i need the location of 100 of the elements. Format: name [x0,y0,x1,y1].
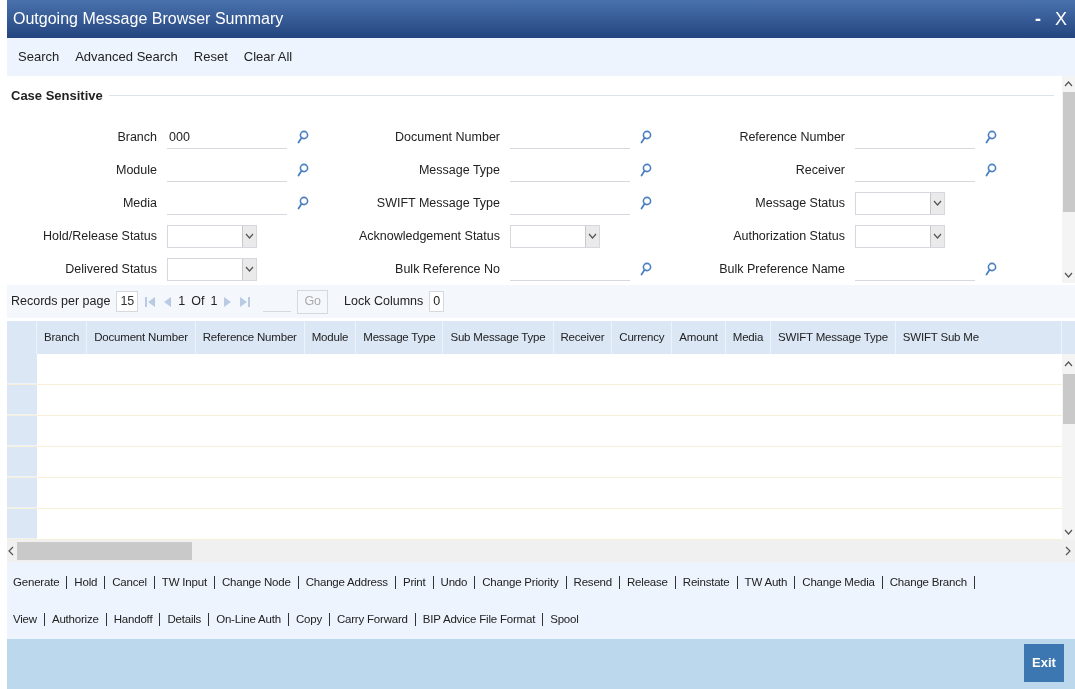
action-link[interactable]: Copy [295,611,322,629]
action-link[interactable]: Change Media [802,574,875,592]
action-link[interactable]: Resend [573,574,612,592]
field-label: Bulk Reference No [395,260,500,278]
dropdown-field[interactable] [167,224,257,248]
field-label: Reference Number [739,128,845,146]
toolbar-button[interactable]: Advanced Search [75,47,178,67]
chevron-down-icon[interactable] [245,233,254,239]
action-link[interactable]: Hold [74,574,98,592]
column-header[interactable]: Currency [612,321,673,354]
column-header[interactable]: SWIFT Sub Me [895,321,1062,354]
column-header[interactable]: Reference Number [195,321,305,354]
column-header[interactable]: Amount [672,321,726,354]
action-link[interactable]: Print [402,574,426,592]
action-link[interactable]: Change Address [305,574,388,592]
field-label: Acknowledgement Status [358,227,500,245]
records-label: Records per page [11,293,111,311]
action-link[interactable]: Release [627,574,668,592]
column-header[interactable]: Module [304,321,357,354]
field-label: Delivered Status [65,260,157,278]
toolbar-button[interactable]: Search [18,47,60,67]
exit-button[interactable]: Exit [1024,643,1064,682]
column-header[interactable]: Branch [37,321,88,354]
chevron-down-icon[interactable] [245,266,254,272]
vertical-scrollbar[interactable] [1062,354,1075,540]
action-link[interactable]: Carry Forward [336,611,408,629]
chevron-down-icon[interactable] [933,200,942,206]
chevron-down-icon[interactable] [1064,529,1073,535]
field-label: SWIFT Message Type [376,194,500,212]
chevron-up-icon[interactable] [1064,361,1073,367]
minimize-button[interactable]: - [1035,10,1041,28]
action-link[interactable]: Spool [550,611,579,629]
action-link[interactable]: Change Node [221,574,291,592]
search-icon[interactable] [297,163,309,177]
action-link[interactable]: Cancel [112,574,147,592]
column-header[interactable]: Message Type [356,321,444,354]
page-of-label: Of [191,293,205,311]
row-selector[interactable] [7,354,37,384]
last-page-icon[interactable] [239,295,252,308]
records-per-page-field[interactable]: 15 [116,291,139,312]
search-icon[interactable] [640,196,652,210]
row-selector[interactable] [7,447,37,477]
search-icon[interactable] [640,262,652,276]
chevron-down-icon[interactable] [933,233,942,239]
chevron-down-icon[interactable] [588,233,597,239]
lock-columns-field[interactable]: 0 [429,291,445,312]
dropdown-field[interactable] [167,257,257,281]
field-label: Document Number [395,128,500,146]
action-link[interactable]: Authorize [51,611,99,629]
search-icon[interactable] [640,130,652,144]
section-title: Case Sensitive [11,87,103,105]
toolbar-button[interactable]: Clear All [243,47,293,67]
column-header[interactable]: SWIFT Message Type [771,321,896,354]
lock-columns-label: Lock Columns [344,293,424,311]
search-icon[interactable] [297,130,309,144]
chevron-down-icon[interactable] [1064,272,1073,278]
action-link[interactable]: Handoff [113,611,153,629]
action-link[interactable]: TW Auth [744,574,788,592]
action-link[interactable]: TW Input [161,574,207,592]
action-link[interactable]: Change Priority [482,574,559,592]
field-label: Message Status [755,194,845,212]
field-label: Media [122,194,157,212]
vertical-scrollbar[interactable] [1062,76,1075,283]
page-total: 1 [210,293,218,311]
column-header[interactable]: Document Number [87,321,196,354]
search-icon[interactable] [297,196,309,210]
search-icon[interactable] [640,163,652,177]
action-link[interactable]: BIP Advice File Format [422,611,536,629]
column-header[interactable]: Receiver [553,321,613,354]
action-link[interactable]: Undo [440,574,468,592]
column-header[interactable]: Sub Message Type [443,321,554,354]
search-icon[interactable] [985,163,997,177]
dropdown-field[interactable] [855,224,945,248]
input-field[interactable]: 000 [167,125,287,149]
toolbar-button[interactable]: Reset [193,47,228,67]
column-header[interactable]: Media [725,321,772,354]
dropdown-field[interactable] [510,224,600,248]
action-link[interactable]: View [13,611,37,629]
row-selector[interactable] [7,416,37,446]
action-link[interactable]: Details [167,611,202,629]
close-button[interactable]: X [1055,10,1067,28]
horizontal-scrollbar[interactable] [7,540,1075,562]
previous-page-icon[interactable] [162,295,173,308]
action-link[interactable]: Change Branch [889,574,967,592]
row-selector[interactable] [7,509,37,539]
page-number: 1 [178,293,186,311]
field-label: Branch [117,128,157,146]
search-icon[interactable] [985,130,997,144]
row-selector[interactable] [7,385,37,415]
action-link[interactable]: On-Line Auth [216,611,281,629]
search-icon[interactable] [985,262,997,276]
first-page-icon[interactable] [144,295,157,308]
chevron-up-icon[interactable] [1064,81,1073,87]
field-label: Message Type [418,161,500,179]
field-label: Module [116,161,157,179]
dropdown-field[interactable] [855,191,945,215]
field-label: Authorization Status [733,227,845,245]
action-link[interactable]: Reinstate [682,574,730,592]
row-selector[interactable] [7,478,37,508]
action-link[interactable]: Generate [13,574,60,592]
